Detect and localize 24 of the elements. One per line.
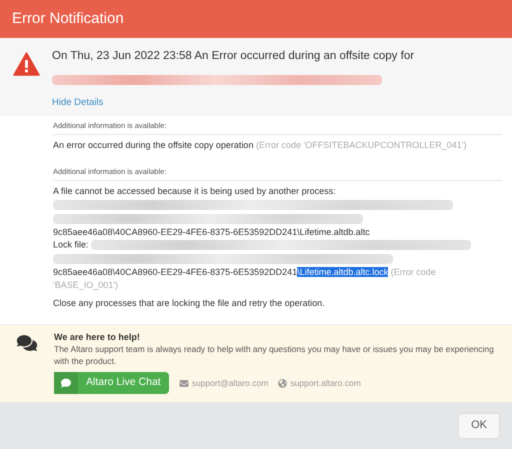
detail-text: Close any processes that are locking the file and retry the operation. xyxy=(53,298,325,308)
ok-button[interactable]: OK xyxy=(458,412,500,438)
chat-icon xyxy=(61,378,71,388)
detail-text: An error occurred during the offsite copy operation xyxy=(53,140,254,150)
chat-bubbles-icon xyxy=(16,334,38,352)
globe-icon xyxy=(278,378,288,388)
selected-text: \Lifetime.altdb.altc.lock xyxy=(297,267,388,277)
live-chat-button[interactable]: Altaro Live Chat xyxy=(54,372,169,394)
detail-text: 9c85aee46a08\40CA8960-EE29-4FE6-8375-6E53592DD241\Lifetime.altdb.altc xyxy=(53,226,370,236)
detail-text: Lock file: xyxy=(53,239,89,250)
error-code: 'BASE_IO_001') xyxy=(53,280,118,290)
help-title: We are here to help! xyxy=(54,330,141,344)
error-code: (Error code 'OFFSITEBACKUPCONTROLLER_041') xyxy=(256,140,466,150)
envelope-icon xyxy=(178,378,189,388)
detail-text: 9c85aee46a08\40CA8960-EE29-4FE6-8375-6E53592DD241 xyxy=(53,267,298,277)
error-code: (Error code xyxy=(390,267,436,277)
hide-details-link[interactable]: Hide Details xyxy=(52,96,414,110)
detail-text: A file cannot be accessed because it is being used by another process: xyxy=(53,186,336,196)
website-link[interactable]: support.altaro.com xyxy=(278,376,361,390)
help-text: The Altaro support team is always ready to help with any questions you may have or issues you may be experiencing with the product. xyxy=(54,344,495,367)
window-title: Error Notification xyxy=(12,8,124,29)
warning-icon xyxy=(13,52,40,76)
email-link[interactable]: support@altaro.com xyxy=(178,376,268,390)
error-message: On Thu, 23 Jun 2022 23:58 An Error occurred during an offsite copy for xyxy=(52,49,414,64)
